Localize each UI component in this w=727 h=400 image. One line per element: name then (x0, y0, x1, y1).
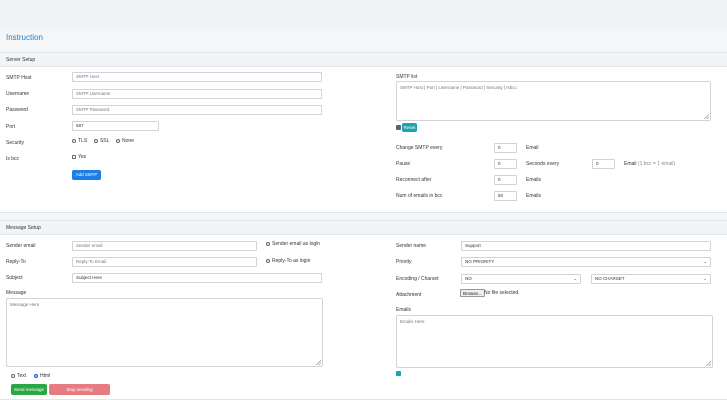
resize-grip-icon[interactable] (316, 360, 321, 365)
attachment-label: Attachment (396, 292, 422, 298)
smtp-list-textarea[interactable]: SMTP Host | Port | Username | Password |… (396, 81, 711, 121)
smtp-host-label: SMTP Host (6, 75, 32, 81)
attachment-status: No file selected. (484, 290, 520, 296)
sender-email-login-label: Sender email as login (272, 241, 321, 247)
add-smtp-button[interactable]: Add SMTP (72, 170, 101, 180)
message-placeholder: Message Here (10, 302, 40, 307)
sender-email-label: Sender email (6, 243, 36, 249)
server-setup-header: Server Setup (0, 53, 727, 67)
format-html-radio[interactable] (33, 373, 38, 378)
sender-email-login-option: Sender email as login (266, 241, 320, 247)
emails-placeholder: Emails Here (400, 319, 425, 324)
security-none-label: None (122, 138, 134, 144)
reset-button[interactable]: Reset (402, 123, 417, 132)
username-label: Username (6, 91, 30, 97)
format-text-label: Text (17, 373, 27, 379)
username-input[interactable]: SMTP Username (72, 89, 322, 99)
charset-select[interactable]: NO CHARSET ⌄ (591, 274, 711, 284)
reconnect-label: Reconnect after (396, 177, 432, 183)
sender-name-input[interactable]: Support (461, 241, 711, 251)
reply-to-label: Reply-To (6, 259, 26, 265)
browse-button[interactable]: Browse... (460, 289, 485, 297)
encoding-label: Encoding / Charset (396, 276, 439, 282)
subject-label: Subject (6, 275, 23, 281)
security-tls-radio[interactable] (72, 138, 76, 143)
emails-label: Emails (396, 307, 412, 313)
num-bcc-unit: Emails (526, 193, 542, 199)
reply-to-login-option: Reply-To as login (266, 258, 310, 264)
smtp-list-label: SMTP list (396, 74, 418, 80)
encoding-select[interactable]: NO ⌄ (461, 274, 581, 284)
reconnect-unit: Emails (526, 177, 542, 183)
security-none-radio[interactable] (116, 138, 120, 143)
chevron-down-icon: ⌄ (573, 276, 577, 281)
encoding-value: NO (465, 276, 472, 281)
port-input[interactable]: 587 (72, 121, 159, 131)
pause-label: Pause (396, 161, 411, 167)
smtp-list-toggle-icon[interactable] (396, 125, 401, 130)
format-html-label: Html (39, 373, 51, 379)
change-every-input[interactable]: 0 (494, 143, 517, 153)
top-band (0, 0, 727, 28)
send-message-button[interactable]: Send message (11, 384, 47, 395)
pause-seconds-input[interactable]: 0 (494, 159, 517, 169)
port-label: Port (6, 124, 16, 130)
num-bcc-label: Num of emails in bcc (396, 193, 443, 199)
num-bcc-input[interactable]: 50 (494, 191, 517, 201)
security-ssl-radio[interactable] (93, 138, 98, 143)
pause-seconds-unit: Seconds every (526, 161, 560, 167)
pause-emails-unit-text: Email (624, 161, 637, 167)
message-setup-header: Message Setup (0, 221, 727, 235)
pause-emails-unit: Email (1 bcc = 1 email) (624, 161, 675, 167)
message-label: Message (6, 290, 27, 296)
resize-grip-icon[interactable] (706, 361, 711, 366)
reply-to-input[interactable]: Reply-To Email (72, 257, 257, 267)
chevron-down-icon: ⌄ (703, 259, 707, 264)
security-tls-label: TLS (78, 138, 88, 144)
reconnect-input[interactable]: 0 (494, 175, 517, 185)
stop-sending-button[interactable]: Stop sending (49, 384, 110, 395)
security-options: TLS SSL None (72, 138, 134, 144)
isbcc-yes-label: Yes (78, 154, 87, 160)
sender-email-input[interactable]: Sender email (72, 241, 257, 251)
emails-toggle-icon[interactable] (396, 371, 401, 376)
security-ssl-label: SSL (99, 138, 110, 144)
smtp-host-input[interactable]: SMTP Host (72, 72, 322, 82)
message-textarea[interactable]: Message Here (6, 298, 323, 367)
password-label: Password (6, 107, 28, 113)
bcc-note: (1 bcc = 1 email) (637, 161, 676, 167)
emails-textarea[interactable]: Emails Here (396, 315, 713, 368)
sender-name-label: Sender name (396, 243, 427, 249)
isbcc-option: Yes (72, 154, 86, 160)
priority-label: Priority (396, 259, 412, 265)
reply-to-login-radio[interactable] (266, 258, 270, 263)
change-every-label: Change SMTP every (396, 145, 443, 151)
format-text-radio[interactable] (11, 373, 15, 378)
resize-grip-icon[interactable] (704, 114, 709, 119)
subject-input[interactable]: Subject Here (72, 273, 322, 283)
security-label: Security (6, 140, 25, 146)
reply-to-login-label: Reply-To as login (272, 258, 311, 264)
pause-emails-input[interactable]: 0 (592, 159, 615, 169)
priority-value: NO PRIORITY (465, 259, 495, 264)
chevron-down-icon: ⌄ (703, 276, 707, 281)
charset-value: NO CHARSET (595, 276, 625, 281)
password-input[interactable]: SMTP Password (72, 105, 322, 115)
priority-select[interactable]: NO PRIORITY ⌄ (461, 257, 711, 267)
change-every-unit: Email (526, 145, 539, 151)
smtp-list-placeholder: SMTP Host | Port | Username | Password |… (400, 85, 517, 90)
page-title: Instruction (6, 33, 43, 42)
sender-email-login-radio[interactable] (266, 241, 270, 246)
isbcc-label: Is bcc (6, 156, 20, 162)
isbcc-checkbox[interactable] (72, 154, 76, 159)
format-options: Text Html (11, 373, 50, 379)
